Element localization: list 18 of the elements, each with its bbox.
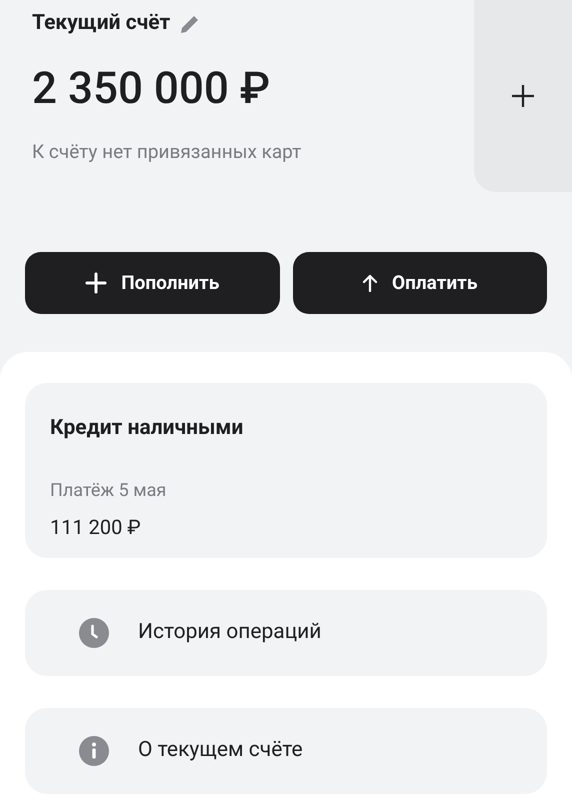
arrow-up-icon: [362, 274, 378, 292]
account-balance: 2 350 000 ₽: [32, 60, 272, 116]
menu-item[interactable]: О текущем счёте: [25, 708, 547, 794]
loan-title: Кредит наличными: [50, 415, 244, 442]
payment-label: Платёж 5 мая: [50, 478, 168, 502]
action-button[interactable]: Пополнить: [25, 252, 280, 314]
payment-amount: 111 200 ₽: [50, 514, 142, 540]
menu-item-label: О текущем счёте: [138, 737, 303, 764]
cards-note: К счёту нет привязанных карт: [32, 138, 302, 164]
clock-icon: [78, 617, 110, 649]
account-title: Текущий счёт: [32, 10, 170, 37]
menu-item[interactable]: История операций: [25, 590, 547, 676]
menu-item-label: История операций: [138, 619, 322, 646]
plus-icon: [85, 272, 108, 294]
info-icon: [78, 735, 110, 767]
loan-card[interactable]: Кредит наличными Платёж 5 мая 111 200 ₽: [25, 383, 547, 558]
action-button[interactable]: Оплатить: [292, 252, 547, 314]
plus-icon: [511, 84, 535, 108]
